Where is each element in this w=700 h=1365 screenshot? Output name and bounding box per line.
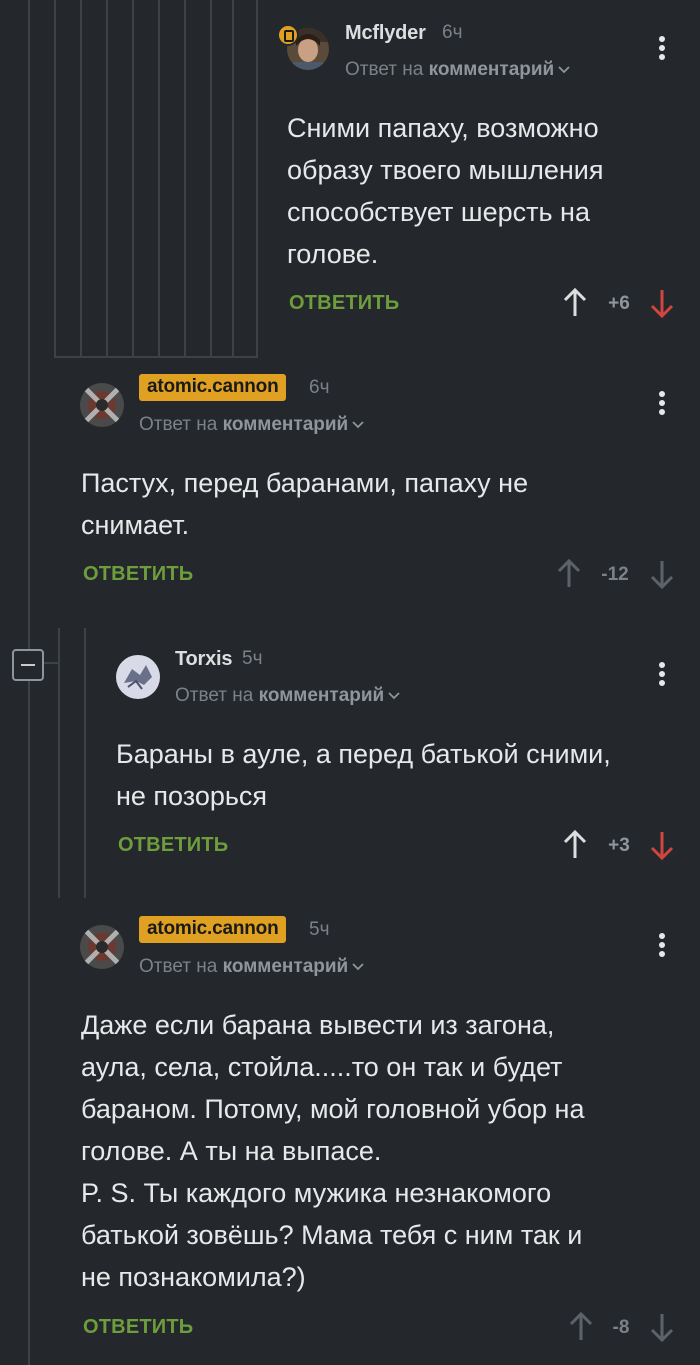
arrow-up-icon[interactable] [563,830,587,860]
more-vert-icon[interactable] [656,391,668,421]
comment-rating: -8 [612,1317,630,1338]
comment-body: Даже если барана вывести из загона, аула… [81,1010,585,1292]
thread-line[interactable] [232,0,234,358]
comment-time: 6ч [309,377,330,398]
thread-line[interactable] [80,0,82,358]
thread-line[interactable] [28,0,30,1365]
reply-to-target: комментарий [222,956,349,977]
thread-line[interactable] [256,0,258,358]
reply-to-prefix: Ответ на [175,685,254,706]
comment-author[interactable]: Torxis [175,648,233,671]
arrow-down-icon[interactable] [650,830,674,860]
reply-to-link[interactable]: Ответ на комментарий [139,414,364,436]
more-vert-icon[interactable] [656,662,668,692]
comment-rating: +3 [608,835,630,856]
thread-line[interactable] [184,0,186,358]
comments-page: Mcflyder 6ч Ответ на комментарий Сними п… [0,0,700,1365]
chevron-down-icon [352,421,364,429]
thread-line[interactable] [84,628,86,898]
thread-line[interactable] [210,0,212,358]
comment-time: 5ч [242,648,263,669]
comment-time: 5ч [309,919,330,940]
reply-button[interactable]: ОТВЕТИТЬ [83,1316,193,1339]
avatar[interactable] [116,655,160,699]
reply-to-prefix: Ответ на [139,414,218,435]
thread-line[interactable] [54,0,56,358]
thread-line [54,356,258,358]
pro-badge-icon [277,24,299,46]
comment-body: Пастух, перед баранами, папаху не снимае… [81,468,529,540]
reply-button[interactable]: ОТВЕТИТЬ [118,834,228,857]
arrow-up-icon[interactable] [569,1312,593,1342]
comment-rating: +6 [608,293,630,314]
arrow-down-icon[interactable] [650,559,674,589]
avatar[interactable] [80,383,124,427]
reply-to-link[interactable]: Ответ на комментарий [345,59,570,81]
reply-to-target: комментарий [222,414,349,435]
arrow-down-icon[interactable] [650,1312,674,1342]
comment-body: Сними папаху, возможно образу твоего мыш… [287,113,604,269]
thread-line[interactable] [158,0,160,358]
reply-button[interactable]: ОТВЕТИТЬ [83,563,193,586]
arrow-up-icon[interactable] [557,559,581,589]
chevron-down-icon [352,963,364,971]
thread-line[interactable] [58,628,60,898]
comment-author[interactable]: atomic.cannon [139,374,287,401]
reply-to-target: комментарий [428,59,555,80]
reply-to-target: комментарий [258,685,385,706]
more-vert-icon[interactable] [656,36,668,66]
comment-author[interactable]: atomic.cannon [139,916,287,943]
arrow-down-icon[interactable] [650,288,674,318]
comment-author[interactable]: Mcflyder [345,22,426,45]
reply-to-link[interactable]: Ответ на комментарий [175,685,400,707]
chevron-down-icon [558,66,570,74]
comment-rating: -12 [601,564,629,585]
more-vert-icon[interactable] [656,933,668,963]
avatar[interactable] [80,925,124,969]
reply-to-prefix: Ответ на [345,59,424,80]
collapse-minus-icon[interactable] [12,649,44,681]
reply-to-prefix: Ответ на [139,956,218,977]
reply-to-link[interactable]: Ответ на комментарий [139,956,364,978]
thread-line[interactable] [106,0,108,358]
comment-time: 6ч [442,22,463,43]
chevron-down-icon [388,692,400,700]
arrow-up-icon[interactable] [563,288,587,318]
comment-body: Бараны в ауле, а перед батькой сними, не… [116,739,611,811]
reply-button[interactable]: ОТВЕТИТЬ [289,292,399,315]
thread-line[interactable] [132,0,134,358]
